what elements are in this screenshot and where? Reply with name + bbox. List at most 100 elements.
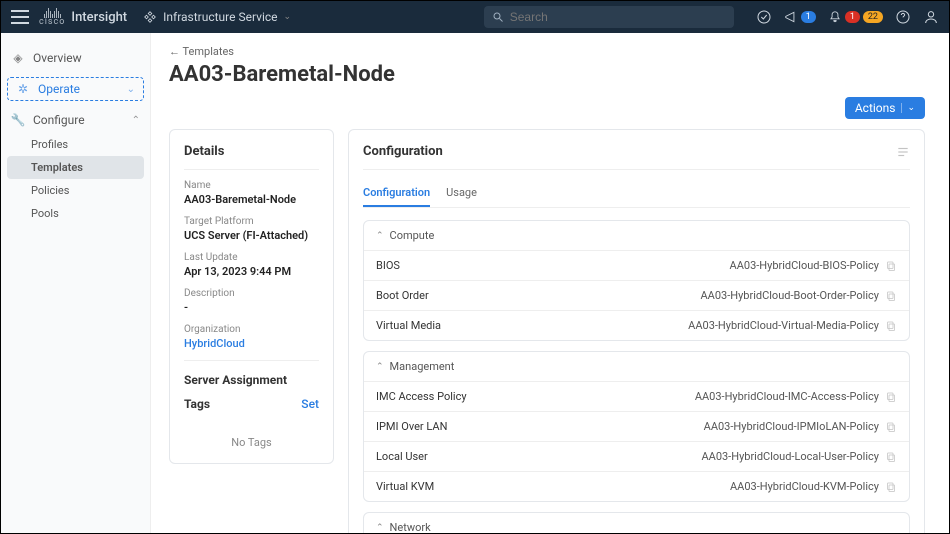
service-name: Infrastructure Service: [163, 10, 277, 24]
chevron-down-icon: ⌄: [127, 84, 135, 95]
name-label: Name: [184, 180, 319, 191]
server-assignment-header: Server Assignment: [184, 373, 319, 387]
group-title: Compute: [390, 229, 435, 242]
sidebar-label: Configure: [33, 113, 85, 127]
actions-button[interactable]: Actions ⌄: [845, 97, 925, 119]
set-tags-link[interactable]: Set: [301, 397, 319, 411]
chevron-icon: ⌃: [376, 231, 384, 241]
policy-key: Virtual Media: [376, 319, 441, 332]
name-value: AA03-Baremetal-Node: [184, 193, 319, 206]
group-head-network[interactable]: ⌃ Network: [364, 513, 909, 533]
cisco-label: cisco: [39, 18, 65, 27]
configuration-card: Configuration Configuration Usage ⌃ Compu…: [348, 129, 925, 533]
policy-value: AA03-HybridCloud-Local-User-Policy: [701, 450, 879, 463]
details-card: Details Name AA03-Baremetal-Node Target …: [169, 129, 334, 464]
description-value: -: [184, 301, 319, 314]
search-icon: [492, 11, 504, 23]
page-title: AA03-Baremetal-Node: [169, 62, 925, 87]
sidebar-item-configure[interactable]: 🔧 Configure ⌃: [1, 107, 150, 133]
brand-logo: cisco Intersight: [39, 8, 127, 27]
policy-key: IPMI Over LAN: [376, 420, 447, 433]
configuration-header: Configuration: [363, 144, 443, 159]
announcements-icon[interactable]: 1: [784, 9, 816, 25]
tab-configuration[interactable]: Configuration: [363, 180, 430, 207]
policy-row: IPMI Over LANAA03-HybridCloud-IPMIoLAN-P…: [364, 411, 909, 441]
sidebar-sub-profiles[interactable]: Profiles: [1, 133, 150, 156]
gauge-icon: ◈: [11, 51, 25, 65]
policy-value: AA03-HybridCloud-Boot-Order-Policy: [701, 289, 880, 302]
product-name: Intersight: [71, 10, 127, 25]
menu-icon[interactable]: [11, 10, 29, 24]
breadcrumb[interactable]: ← Templates: [169, 45, 925, 58]
chevron-down-icon: ⌄: [901, 103, 915, 113]
search-input[interactable]: [510, 10, 726, 24]
policy-row: BIOS AA03-HybridCloud-BIOS-Policy: [364, 250, 909, 280]
tags-label: Tags: [184, 397, 210, 411]
target-label: Target Platform: [184, 216, 319, 227]
chevron-up-icon: ⌃: [132, 115, 140, 126]
policy-row: Local User AA03-HybridCloud-Local-User-Po…: [364, 441, 909, 471]
search-box[interactable]: [484, 6, 734, 28]
org-label: Organization: [184, 324, 319, 335]
policy-key: BIOS: [376, 259, 400, 272]
help-icon[interactable]: [895, 9, 911, 25]
actions-label: Actions: [855, 101, 896, 115]
sidebar-sub-policies[interactable]: Policies: [1, 179, 150, 202]
sidebar-item-overview[interactable]: ◈ Overview: [1, 45, 150, 71]
target-value: UCS Server (FI-Attached): [184, 229, 319, 242]
user-icon[interactable]: [923, 9, 939, 25]
lastupdate-value: Apr 13, 2023 9:44 PM: [184, 265, 319, 278]
gear-icon: ✲: [16, 82, 30, 96]
group-head-management[interactable]: ⌃ Management: [364, 352, 909, 381]
sidebar-sub-templates[interactable]: Templates: [7, 156, 144, 179]
wrench-icon: 🔧: [11, 113, 25, 127]
service-icon: [143, 10, 157, 24]
sidebar-label: Overview: [33, 51, 82, 65]
service-switcher[interactable]: Infrastructure Service ⌄: [143, 10, 291, 24]
copy-icon[interactable]: [885, 421, 897, 433]
policy-value: AA03-HybridCloud-KVM-Policy: [730, 480, 879, 493]
policy-key: Local User: [376, 450, 428, 463]
copy-icon[interactable]: [885, 481, 897, 493]
tab-usage[interactable]: Usage: [446, 180, 477, 207]
policy-value: AA03-HybridCloud-IMC-Access-Policy: [695, 390, 879, 403]
copy-icon[interactable]: [885, 451, 897, 463]
policy-row: Virtual KVM AA03-HybridCloud-KVM-Policy: [364, 471, 909, 501]
copy-icon[interactable]: [885, 391, 897, 403]
group-head-compute[interactable]: ⌃ Compute: [364, 221, 909, 250]
group-compute: ⌃ Compute BIOS AA03-HybridCloud-BIOS-Policy…: [363, 220, 910, 341]
chevron-icon: ⌃: [376, 523, 384, 533]
edit-icon[interactable]: [896, 145, 910, 159]
copy-icon[interactable]: [885, 290, 897, 302]
group-network: ⌃NetworkLAN ConnectivityAA03-HybridCloud…: [363, 512, 910, 533]
alert-badge-warning: 22: [863, 11, 883, 23]
policy-key: Virtual KVM: [376, 480, 434, 493]
description-label: Description: [184, 288, 319, 299]
group-title: Management: [390, 360, 455, 373]
policy-row: Virtual Media AA03-HybridCloud-Virtual-Me…: [364, 310, 909, 340]
sidebar-label: Operate: [38, 82, 80, 96]
sidebar-sub-pools[interactable]: Pools: [1, 202, 150, 225]
sidebar-item-operate[interactable]: ✲ Operate ⌄: [7, 77, 144, 101]
topbar: cisco Intersight Infrastructure Service …: [1, 1, 949, 33]
policy-value: AA03-HybridCloud-BIOS-Policy: [730, 259, 879, 272]
copy-icon[interactable]: [885, 260, 897, 272]
group-title: Network: [390, 521, 431, 533]
announcements-badge: 1: [801, 11, 816, 23]
policy-value: AA03-HybridCloud-Virtual-Media-Policy: [688, 319, 879, 332]
policy-key: Boot Order: [376, 289, 429, 302]
chevron-icon: ⌃: [376, 362, 384, 372]
lastupdate-label: Last Update: [184, 252, 319, 263]
policy-row: IMC Access Policy AA03-HybridCloud-IMC-Ac…: [364, 381, 909, 411]
alert-badge-critical: 1: [845, 11, 860, 23]
alerts-icon[interactable]: 1 22: [828, 9, 883, 25]
org-value[interactable]: HybridCloud: [184, 337, 319, 350]
policy-key: IMC Access Policy: [376, 390, 467, 403]
copy-icon[interactable]: [885, 320, 897, 332]
sidebar: ◈ Overview ✲ Operate ⌄ 🔧 Configure ⌃ Pro…: [1, 33, 151, 533]
main-content: ← Templates AA03-Baremetal-Node Actions …: [151, 33, 949, 533]
check-circle-icon[interactable]: [756, 9, 772, 25]
details-header: Details: [184, 144, 319, 170]
policy-row: Boot Order AA03-HybridCloud-Boot-Order-Po…: [364, 280, 909, 310]
no-tags-text: No Tags: [184, 436, 319, 449]
